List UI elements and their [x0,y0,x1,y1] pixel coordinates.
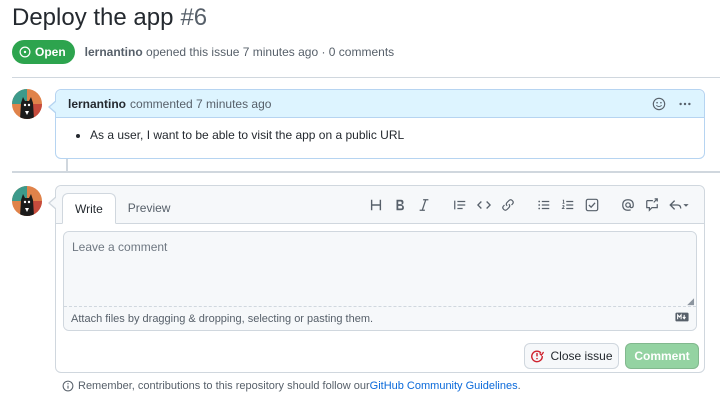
tab-preview[interactable]: Preview [116,193,183,223]
contribution-note: Remember, contributions to this reposito… [62,380,521,392]
issue-number: #6 [180,4,208,31]
comment-body: As a user, I want to be able to visit th… [56,118,704,152]
quote-icon[interactable] [448,194,472,216]
close-issue-label[interactable]: Close issue [550,349,612,363]
contribution-end: . [517,380,521,392]
reference-icon[interactable] [640,194,664,216]
mention-icon[interactable] [616,194,640,216]
issue-opened-icon [19,46,31,58]
comment-editor: Write Preview Leave a comment ◢ Attach f… [48,185,705,373]
code-icon[interactable] [472,194,496,216]
comment-author[interactable]: lernantino [68,97,126,111]
heading-icon[interactable] [364,194,388,216]
numbered-list-icon[interactable] [556,194,580,216]
issue-title-row: Deploy the app #6 [12,4,207,38]
info-icon [62,380,74,392]
timeline-connector [66,159,68,171]
status-badge: Open [12,40,75,64]
kebab-horizontal-icon[interactable] [678,97,692,111]
comment-header: lernantino commented 7 minutes ago [56,90,704,118]
status-label: Open [35,45,66,59]
contribution-text: Remember, contributions to this reposito… [78,380,370,392]
markdown-toolbar [364,194,694,216]
community-guidelines-link[interactable]: GitHub Community Guidelines [370,380,518,392]
cat-avatar-icon [12,89,42,119]
tab-write[interactable]: Write [62,193,116,224]
comment-textarea-wrapper: ◢ Attach files by dragging & dropping, s… [63,231,697,331]
editor-tabs: Write Preview [56,186,704,224]
italic-icon[interactable] [412,194,436,216]
link-icon[interactable] [496,194,520,216]
comment-timestamp: commented 7 minutes ago [130,96,272,111]
markdown-icon[interactable] [675,312,689,325]
comment-list: As a user, I want to be able to visit th… [70,128,690,142]
smiley-icon[interactable] [652,97,666,111]
author-link[interactable]: lernantino [85,45,143,59]
comment-textarea[interactable] [64,232,696,308]
attach-files-hint[interactable]: Attach files by dragging & dropping, sel… [71,313,373,325]
timeline-divider [12,171,720,173]
task-list-icon[interactable] [580,194,604,216]
avatar[interactable] [12,186,42,216]
bulleted-list-icon[interactable] [532,194,556,216]
cat-avatar-icon [12,186,42,216]
avatar[interactable] [12,89,42,119]
close-issue-button[interactable]: Close issue [524,343,619,369]
comment-card: lernantino commented 7 minutes ago As a … [48,89,705,159]
comment-button[interactable]: Comment [625,343,699,369]
meta-description: opened this issue 7 minutes ago · 0 comm… [142,45,395,59]
bold-icon[interactable] [388,194,412,216]
issue-closed-icon [531,350,545,363]
attach-files-bar[interactable]: Attach files by dragging & dropping, sel… [64,306,696,330]
header-divider [12,77,720,78]
issue-title: Deploy the app [12,4,174,31]
issue-meta: Open lernantino opened this issue 7 minu… [12,40,394,64]
reply-icon[interactable] [664,194,694,216]
meta-text: lernantino opened this issue 7 minutes a… [85,45,394,59]
list-item: As a user, I want to be able to visit th… [90,128,690,142]
